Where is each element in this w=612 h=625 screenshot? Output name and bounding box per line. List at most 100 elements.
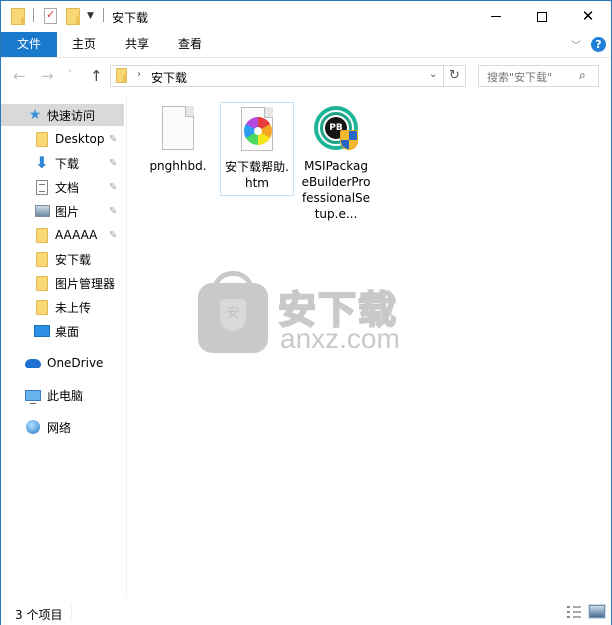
sidebar-item-this-pc[interactable]: 此电脑	[1, 384, 124, 406]
tab-view[interactable]: 查看	[165, 32, 215, 57]
sidebar-item-label: 图片	[55, 204, 80, 219]
sidebar-item-label: 图片管理器	[55, 276, 116, 291]
htm-file-icon	[233, 107, 281, 155]
status-separator	[71, 604, 72, 620]
tab-file[interactable]: 文件	[1, 32, 57, 57]
sidebar-item-label: OneDrive	[47, 356, 104, 370]
sidebar-item-label: 文档	[55, 180, 80, 195]
sidebar-item-label: 快速访问	[47, 108, 96, 123]
sidebar-item-aaaaa[interactable]: AAAAA ✎	[1, 224, 124, 246]
details-view-button[interactable]	[567, 606, 581, 618]
pin-icon[interactable]: ✎	[109, 158, 117, 169]
folder-icon	[34, 131, 50, 147]
sidebar-item-documents[interactable]: 文档 ✎	[1, 176, 124, 198]
help-icon[interactable]: ?	[591, 37, 606, 52]
sidebar-item-label: 桌面	[55, 324, 80, 339]
sidebar-item-label: 下载	[55, 156, 80, 171]
sidebar-item-onedrive[interactable]: OneDrive	[1, 352, 124, 374]
back-button[interactable]: ←	[13, 67, 26, 85]
sidebar-item-label: AAAAA	[55, 228, 98, 242]
chevron-down-icon[interactable]: ⌄	[429, 69, 437, 80]
ribbon: 文件 主页 共享 查看 ﹀ ?	[1, 32, 611, 58]
sidebar-item-label: Desktop	[55, 132, 105, 146]
item-count: 3 个项目	[15, 608, 63, 622]
sidebar-item-downloads[interactable]: ⬇ 下载 ✎	[1, 152, 124, 174]
onedrive-icon	[25, 355, 41, 371]
search-icon[interactable]: ⌕	[579, 68, 586, 83]
title-bar: ▼ 安下载 ✕	[1, 1, 611, 32]
refresh-button[interactable]: ↻	[444, 65, 466, 87]
folder-icon[interactable]	[11, 8, 25, 25]
search-placeholder: 搜索"安下载"	[487, 71, 553, 84]
address-path[interactable]: 安下载	[151, 69, 187, 86]
sidebar-item-picture-manager[interactable]: 图片管理器	[1, 272, 124, 294]
folder-icon	[34, 227, 50, 243]
computer-icon	[25, 387, 41, 404]
uac-shield-icon	[340, 130, 358, 150]
folder-icon	[34, 251, 50, 267]
new-folder-icon[interactable]	[66, 8, 80, 25]
navigation-bar: ← → ˅ ↑ › 安下载 ⌄ ↻ 搜索"安下载" ⌕	[1, 59, 611, 93]
large-icons-view-button[interactable]	[588, 604, 606, 619]
file-item-help-htm[interactable]: 安下载帮助.htm	[220, 102, 294, 196]
sidebar-item-not-uploaded[interactable]: 未上传	[1, 296, 124, 318]
pin-icon[interactable]: ✎	[109, 134, 117, 145]
pane-divider[interactable]	[126, 94, 127, 598]
network-icon	[25, 419, 41, 435]
pin-icon[interactable]: ✎	[109, 206, 117, 217]
installer-icon: PB	[312, 106, 360, 154]
chevron-right-icon[interactable]: ›	[137, 69, 141, 80]
blank-file-icon	[154, 106, 202, 154]
maximize-icon	[537, 11, 547, 22]
file-name: pnghhbd.	[149, 159, 207, 173]
watermark-shield-icon: 安	[220, 299, 246, 331]
close-icon: ✕	[581, 7, 595, 25]
sidebar-item-quick-access[interactable]: ★ 快速访问	[1, 104, 124, 126]
pin-icon[interactable]: ✎	[109, 230, 117, 241]
explorer-window: ▼ 安下载 ✕ 文件 主页 共享 查看 ﹀ ? ← → ˅ ↑ › 安下载 ⌄ …	[0, 0, 612, 625]
star-icon: ★	[28, 107, 42, 123]
folder-icon	[34, 275, 50, 291]
watermark: 安 安下载 anxz.com	[198, 271, 418, 355]
up-button[interactable]: ↑	[90, 67, 103, 85]
qa-separator	[103, 8, 104, 22]
sidebar-item-desktop-cn[interactable]: 桌面	[1, 320, 124, 342]
minimize-icon	[491, 16, 501, 17]
download-icon: ⬇	[35, 153, 49, 172]
search-input[interactable]: 搜索"安下载" ⌕	[478, 65, 599, 87]
sidebar-item-label: 此电脑	[47, 388, 84, 403]
recent-locations-button[interactable]: ˅	[68, 70, 73, 80]
forward-button[interactable]: →	[41, 67, 54, 85]
folder-icon	[116, 68, 127, 83]
maximize-button[interactable]	[519, 1, 565, 32]
sidebar-item-pictures[interactable]: 图片 ✎	[1, 200, 124, 222]
file-name: 安下载帮助.htm	[225, 160, 289, 190]
file-item-pnghhbd[interactable]: pnghhbd.	[141, 102, 215, 178]
customize-dropdown-icon[interactable]: ▼	[87, 11, 94, 21]
sidebar-item-label: 未上传	[55, 300, 92, 315]
tab-share[interactable]: 共享	[111, 32, 163, 57]
ribbon-expand-icon[interactable]: ﹀	[571, 37, 581, 52]
file-item-msi-setup[interactable]: PB MSIPackageBuilderProfessionalSetup.e.…	[299, 102, 373, 226]
qa-separator	[33, 8, 34, 22]
address-bar[interactable]: › 安下载 ⌄	[110, 65, 444, 87]
minimize-button[interactable]	[473, 1, 519, 32]
close-button[interactable]: ✕	[565, 1, 611, 32]
sidebar-item-desktop[interactable]: Desktop ✎	[1, 128, 124, 150]
pictures-icon	[34, 203, 50, 219]
navigation-pane: ★ 快速访问 Desktop ✎ ⬇ 下载 ✎ 文档 ✎ 图片 ✎ AAAAA …	[1, 101, 126, 598]
tab-home[interactable]: 主页	[59, 32, 109, 57]
sidebar-item-network[interactable]: 网络	[1, 416, 124, 438]
window-title: 安下载	[112, 11, 149, 25]
file-name: MSIPackageBuilderProfessionalSetup.e...	[301, 159, 371, 221]
pin-icon[interactable]: ✎	[109, 182, 117, 193]
properties-icon[interactable]	[44, 8, 57, 24]
watermark-text-en: anxz.com	[280, 323, 400, 354]
sidebar-item-label: 网络	[47, 420, 72, 435]
folder-icon	[34, 299, 50, 315]
sidebar-item-label: 安下载	[55, 252, 92, 267]
document-icon	[34, 179, 50, 195]
sidebar-item-anxz[interactable]: 安下载	[1, 248, 124, 270]
desktop-icon	[34, 323, 50, 339]
status-bar: 3 个项目	[1, 599, 611, 625]
